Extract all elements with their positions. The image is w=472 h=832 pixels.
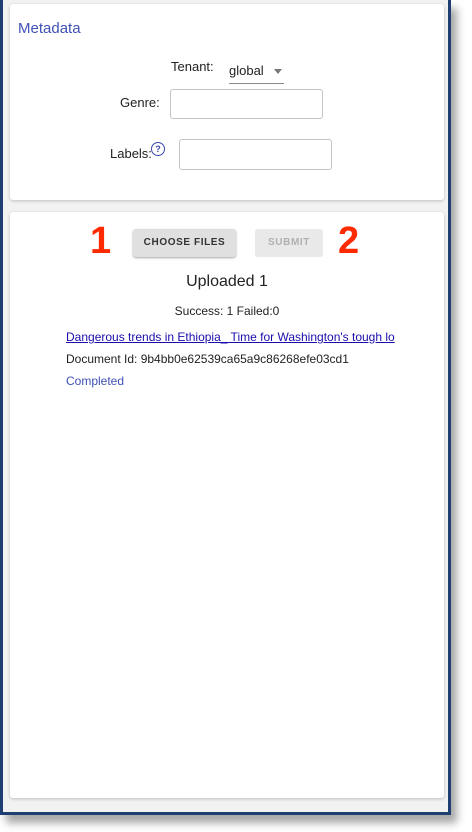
genre-label: Genre: bbox=[120, 95, 160, 110]
annotation-marker-2: 2 bbox=[338, 220, 360, 262]
app-window: Metadata Tenant: global Genre: Labels: ?… bbox=[0, 0, 451, 815]
metadata-card: Metadata Tenant: global Genre: Labels: ? bbox=[10, 4, 444, 200]
uploaded-title: Uploaded 1 bbox=[186, 273, 268, 290]
document-link[interactable]: Dangerous trends in Ethiopia_ Time for W… bbox=[66, 330, 412, 344]
upload-card: 1 CHOOSE FILES SUBMIT 2 Uploaded 1 Succe… bbox=[10, 212, 444, 798]
genre-input[interactable] bbox=[170, 89, 323, 119]
help-icon[interactable]: ? bbox=[151, 142, 165, 156]
upload-status: Completed bbox=[66, 374, 125, 388]
document-id: Document Id: 9b4bb0e62539ca65a9c86268efe… bbox=[66, 352, 349, 366]
tenant-label: Tenant: bbox=[171, 59, 214, 74]
annotation-marker-1: 1 bbox=[90, 220, 112, 262]
tenant-select[interactable]: global bbox=[229, 61, 284, 84]
chevron-down-icon bbox=[274, 69, 282, 74]
choose-files-button[interactable]: CHOOSE FILES bbox=[133, 229, 236, 257]
metadata-title: Metadata bbox=[18, 20, 81, 37]
tenant-select-value: global bbox=[229, 63, 264, 78]
upload-stats: Success: 1 Failed:0 bbox=[174, 304, 280, 318]
labels-input[interactable] bbox=[179, 139, 332, 170]
submit-button[interactable]: SUBMIT bbox=[255, 229, 323, 257]
labels-label: Labels: bbox=[110, 146, 152, 161]
